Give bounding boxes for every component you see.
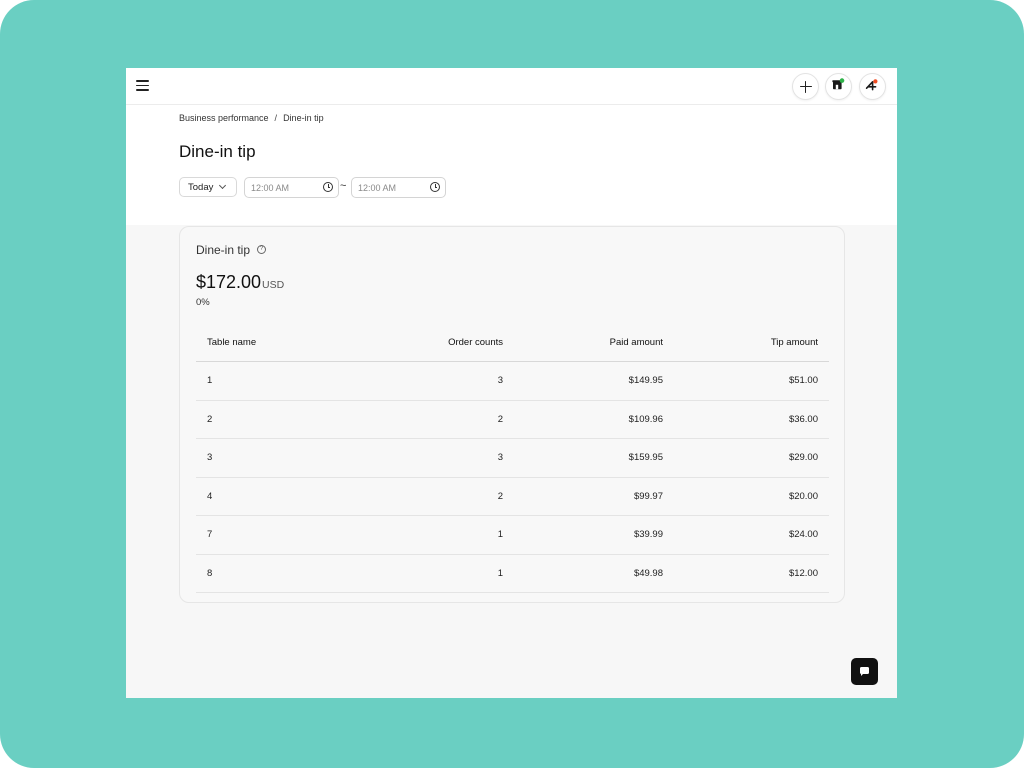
store-button[interactable]	[825, 73, 852, 100]
top-bar	[126, 68, 897, 105]
cell-paid-amount: $159.95	[628, 452, 663, 464]
assistant-icon	[865, 79, 878, 91]
cell-tip-amount: $24.00	[788, 529, 818, 541]
column-header-tip-amount: Tip amount	[770, 337, 818, 348]
table-row: 4 2 $99.97 $20.00	[196, 478, 829, 516]
total-tip-amount: $172.00	[196, 272, 262, 292]
chat-icon	[860, 667, 869, 676]
cell-order-counts: 3	[497, 452, 503, 464]
cell-tip-amount: $12.00	[788, 567, 818, 579]
add-button[interactable]	[792, 73, 819, 100]
cell-table-name: 4	[207, 490, 213, 502]
cell-order-counts: 2	[497, 490, 503, 502]
period-select-value: Today	[188, 182, 214, 193]
page-title: Dine-in tip	[179, 142, 256, 161]
cell-table-name: 8	[207, 567, 213, 579]
device-frame: Business performance / Dine-in tip Dine-in…	[0, 0, 1024, 768]
card-title: Dine-in tip	[196, 243, 251, 257]
cell-paid-amount: $99.97	[633, 490, 663, 502]
app-screen: Business performance / Dine-in tip Dine-in…	[126, 68, 897, 698]
chat-button[interactable]	[851, 658, 878, 685]
cell-paid-amount: $149.95	[628, 375, 663, 387]
cell-order-counts: 3	[497, 375, 503, 387]
table-row: 7 1 $39.99 $24.00	[196, 516, 829, 555]
assistant-button[interactable]	[859, 73, 886, 100]
breadcrumb-separator: /	[274, 113, 278, 123]
column-header-paid-amount: Paid amount	[609, 337, 663, 348]
range-separator: ~	[340, 180, 347, 192]
cell-paid-amount: $49.98	[633, 567, 663, 579]
cell-table-name: 1	[207, 375, 213, 387]
breadcrumb-item-current: Dine-in tip	[283, 113, 324, 123]
change-percentage: 0%	[196, 297, 210, 308]
cell-tip-amount: $36.00	[788, 413, 818, 425]
cell-order-counts: 1	[497, 567, 503, 579]
cell-paid-amount: $109.96	[628, 413, 663, 425]
currency-label: USD	[262, 279, 285, 291]
question-circle-icon[interactable]: ?	[257, 245, 266, 254]
cell-table-name: 3	[207, 452, 213, 464]
cell-paid-amount: $39.99	[633, 529, 663, 541]
tips-table: Table name Order counts Paid amount Tip …	[196, 324, 829, 593]
cell-tip-amount: $29.00	[788, 452, 818, 464]
cell-tip-amount: $20.00	[788, 490, 818, 502]
plus-icon	[799, 80, 812, 93]
dine-in-tip-card: Dine-in tip ? $172.00 USD 0% Table name …	[179, 226, 845, 603]
clock-icon[interactable]	[430, 182, 440, 192]
column-header-order-counts: Order counts	[448, 337, 503, 348]
cell-tip-amount: $51.00	[788, 375, 818, 387]
table-row: 3 3 $159.95 $29.00	[196, 439, 829, 478]
column-header-table-name: Table name	[207, 337, 257, 348]
table-header-row: Table name Order counts Paid amount Tip …	[196, 324, 829, 362]
table-row: 2 2 $109.96 $36.00	[196, 401, 829, 439]
page-header-area	[126, 105, 897, 225]
table-row: 1 3 $149.95 $51.00	[196, 362, 829, 401]
cell-table-name: 2	[207, 413, 213, 425]
cell-order-counts: 1	[497, 529, 503, 541]
table-row: 8 1 $49.98 $12.00	[196, 555, 829, 593]
store-icon	[832, 78, 845, 90]
period-select[interactable]: Today	[179, 177, 237, 197]
breadcrumb: Business performance / Dine-in tip	[179, 113, 324, 123]
chevron-down-icon	[218, 181, 227, 190]
clock-icon[interactable]	[323, 182, 333, 192]
cell-order-counts: 2	[497, 413, 503, 425]
hamburger-menu-icon[interactable]	[136, 80, 149, 91]
cell-table-name: 7	[207, 529, 213, 541]
breadcrumb-item-business-performance[interactable]: Business performance	[179, 113, 269, 123]
